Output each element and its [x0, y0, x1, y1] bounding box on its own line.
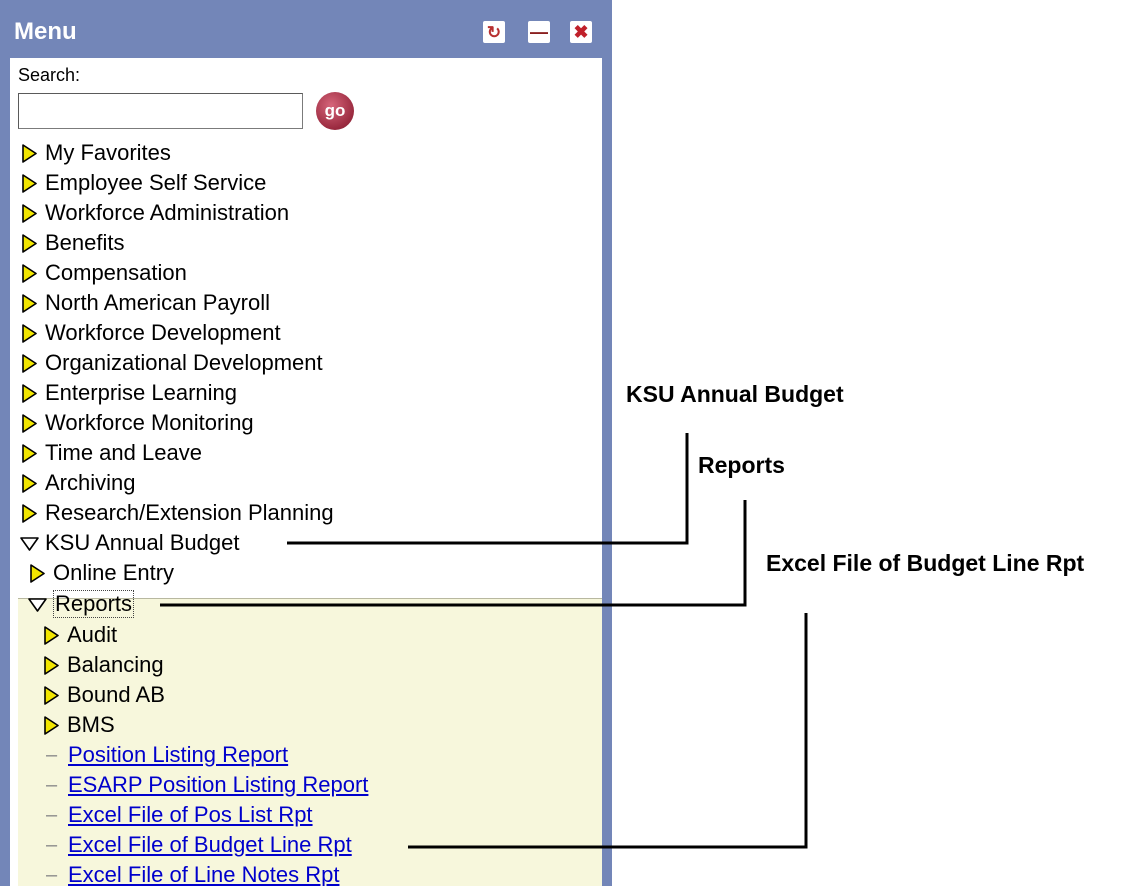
connector-reports: [160, 500, 747, 607]
annotation-connector-lines: [160, 433, 808, 849]
connector-excel: [408, 613, 808, 849]
connector-ksu: [287, 433, 689, 545]
